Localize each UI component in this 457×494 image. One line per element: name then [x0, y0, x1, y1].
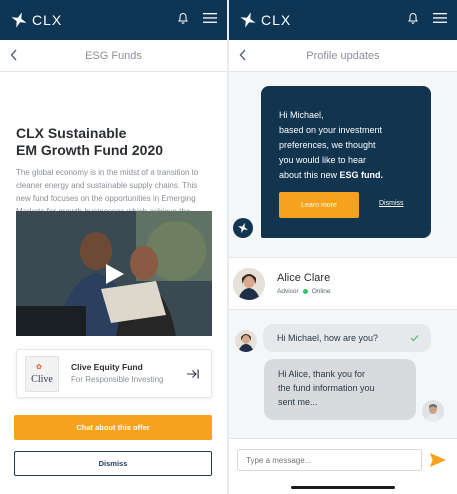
clive-logo: ✿ Clive: [25, 356, 59, 392]
bell-icon[interactable]: [407, 11, 419, 24]
play-icon: [106, 264, 124, 284]
page-title: Profile updates: [306, 49, 380, 62]
offer-line: based on your investment: [279, 125, 383, 135]
message-line: sent me...: [278, 397, 318, 407]
message-line: Hi Alice, thank you for: [278, 369, 366, 379]
logo-text: CLX: [261, 12, 292, 28]
message-line: the fund information you: [278, 383, 375, 393]
top-bar: CLX: [0, 0, 227, 40]
offer-dismiss-link[interactable]: Dismiss: [379, 200, 404, 207]
clx-logo[interactable]: CLX: [239, 11, 291, 29]
fund-card[interactable]: ✿ Clive Clive Equity Fund For Responsibl…: [16, 349, 212, 398]
back-arrow-icon[interactable]: [239, 49, 247, 61]
star-logo-icon: [11, 12, 27, 28]
advisor-message-avatar: [235, 330, 257, 352]
clive-logo-text: Clive: [31, 373, 53, 385]
offer-card: Hi Michael, based on your investment pre…: [261, 86, 431, 238]
send-icon[interactable]: [430, 453, 446, 467]
menu-icon[interactable]: [433, 12, 447, 24]
incoming-message: Hi Michael, how are you?: [263, 324, 431, 352]
logo-text: CLX: [32, 12, 63, 28]
checkmark-icon: [410, 335, 419, 342]
clx-logo[interactable]: CLX: [10, 11, 62, 29]
advisor-role: Advisor: [277, 288, 299, 295]
person-photo: [422, 400, 444, 422]
dismiss-button[interactable]: Dismiss: [14, 451, 212, 476]
play-button[interactable]: [100, 261, 126, 287]
advisor-card[interactable]: Alice Clare Advisor Online: [229, 257, 457, 310]
advisor-name: Alice Clare: [277, 272, 331, 284]
message-composer: [229, 438, 457, 494]
leaf-icon: ✿: [36, 363, 42, 371]
offer-line: about this new ESG fund.: [279, 168, 413, 183]
back-arrow-icon[interactable]: [10, 49, 18, 61]
offer-line5-prefix: about this new: [279, 170, 340, 180]
offer-line: preferences, we thought: [279, 140, 376, 150]
advisor-avatar: [233, 268, 265, 300]
fund-card-subtitle: For Responsible Investing: [71, 375, 164, 384]
bot-avatar: [233, 218, 253, 238]
user-avatar: [422, 400, 444, 422]
menu-icon[interactable]: [203, 12, 217, 24]
advisor-status: Online: [311, 288, 331, 295]
home-indicator: [291, 486, 395, 489]
fund-title: CLX Sustainable EM Growth Fund 2020: [16, 125, 213, 159]
person-photo: [233, 268, 265, 300]
online-dot-icon: [302, 289, 308, 294]
fund-detail-screen: CLX ESG Funds CLX Sustainable EM Growth …: [0, 0, 227, 494]
offer-message: Hi Michael, based on your investment pre…: [279, 108, 413, 183]
sub-header: ESG Funds: [0, 40, 227, 72]
star-logo-icon: [237, 222, 249, 234]
message-input[interactable]: [237, 449, 422, 471]
learn-more-button[interactable]: Learn more: [279, 192, 359, 218]
go-to-arrow-icon[interactable]: [187, 369, 199, 379]
sub-header: Profile updates: [229, 40, 457, 72]
chat-about-offer-button[interactable]: Chat about this offer: [14, 415, 212, 440]
page-title: ESG Funds: [85, 49, 142, 62]
offer-line: you would like to hear: [279, 155, 367, 165]
fund-card-name: Clive Equity Fund: [71, 362, 143, 372]
bell-icon[interactable]: [177, 11, 189, 24]
offer-highlight: ESG fund.: [339, 170, 384, 180]
fund-title-line2: EM Growth Fund 2020: [16, 142, 164, 158]
fund-title-line1: CLX Sustainable: [16, 125, 127, 141]
advisor-meta: Advisor Online: [277, 288, 330, 295]
outgoing-message: Hi Alice, thank you for the fund informa…: [264, 359, 416, 420]
person-photo: [235, 330, 257, 352]
star-logo-icon: [240, 12, 256, 28]
message-text: Hi Michael, how are you?: [277, 333, 379, 343]
top-bar: CLX: [229, 0, 457, 40]
video-player[interactable]: [16, 211, 212, 336]
profile-updates-screen: CLX Profile updates Hi Michael, based on…: [229, 0, 457, 494]
offer-line: Hi Michael,: [279, 110, 324, 120]
